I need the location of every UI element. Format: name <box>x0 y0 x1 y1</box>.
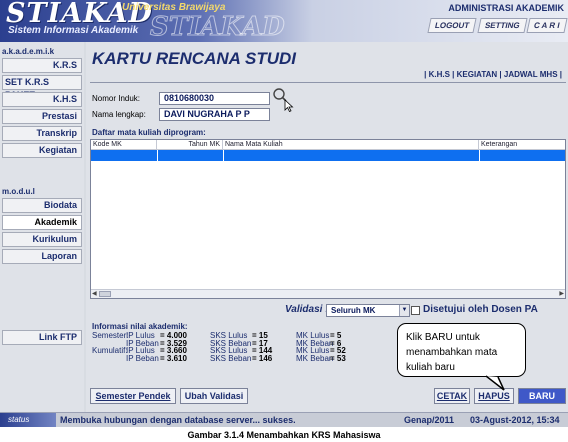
figure-caption: Gambar 3.1.4 Menambahkan KRS Mahasiswa <box>187 430 381 440</box>
callout-arrow <box>485 375 505 391</box>
